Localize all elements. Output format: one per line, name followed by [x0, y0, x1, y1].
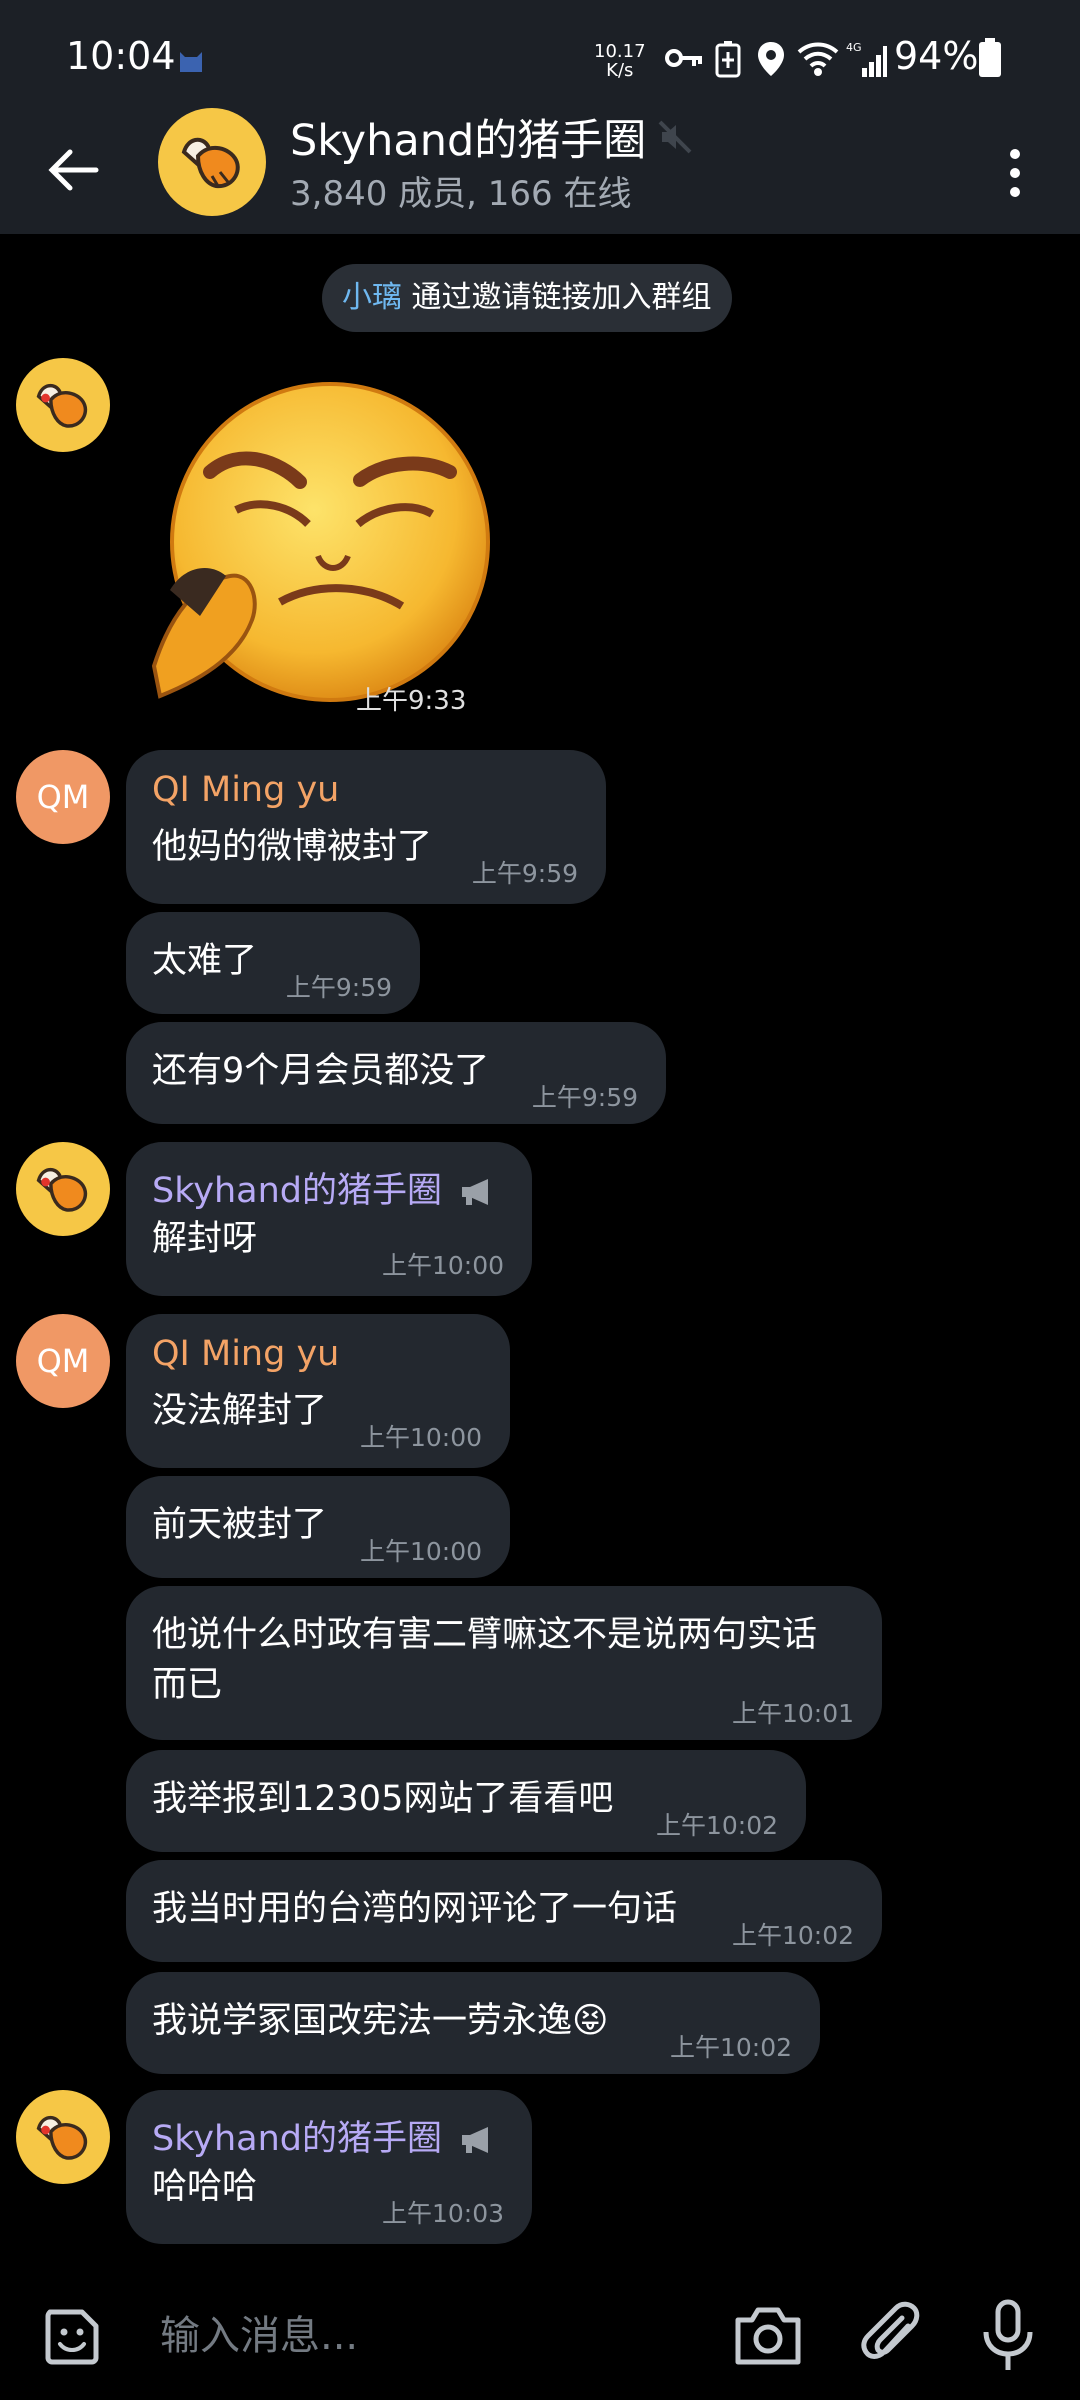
location-icon [758, 42, 784, 76]
avatar[interactable] [16, 1142, 110, 1236]
message-text-content: 我说学冢国改宪法一劳永逸 [152, 2001, 573, 2041]
sender-name[interactable]: Skyhand的猪手圈 [152, 1162, 496, 1213]
pig-trotter-logo-icon [36, 2115, 88, 2160]
message-text-line-1: 他说什么时政有害二臂嘛这不是说两句实话 [152, 1615, 818, 1655]
message-bubble[interactable]: 我当时用的台湾的网评论了一句话 上午10:02 [126, 1860, 882, 1962]
sticker-message[interactable] [140, 376, 490, 716]
pig-trotter-logo-icon [36, 383, 88, 428]
group-avatar[interactable] [158, 108, 266, 216]
network-speed: 10.17 K/s [594, 42, 646, 80]
megaphone-icon [461, 2127, 488, 2153]
message-text: 还有9个月会员都没了 [152, 1051, 490, 1091]
svg-text:4G: 4G [846, 41, 862, 54]
sender-name[interactable]: Skyhand的猪手圈 [152, 2110, 496, 2161]
message-time: 上午10:02 [731, 1921, 854, 1950]
message-text: 我当时用的台湾的网评论了一句话 [152, 1889, 678, 1929]
message-time: 上午9:59 [531, 1083, 638, 1112]
camera-icon[interactable] [732, 2302, 804, 2368]
battery-percentage: 94% [894, 34, 979, 78]
message-time: 上午10:02 [669, 2033, 792, 2062]
cat-notification-icon [180, 52, 202, 72]
sender-name[interactable]: QI Ming yu [152, 770, 339, 810]
avatar[interactable]: QM [16, 750, 110, 844]
megaphone-icon [461, 1179, 488, 1205]
message-time: 上午9:59 [471, 859, 578, 888]
message-text: 解封呀 [152, 1219, 258, 1259]
avatar[interactable]: QM [16, 1314, 110, 1408]
facepalm-emoji-sticker [151, 382, 490, 702]
message-time: 上午10:02 [655, 1811, 778, 1840]
avatar-initials: QM [36, 1342, 90, 1380]
message-bubble[interactable]: Skyhand的猪手圈 哈哈哈 上午10:03 [126, 2090, 532, 2244]
message-text: 太难了 [152, 941, 258, 981]
sender-name-text: Skyhand的猪手圈 [152, 1171, 442, 1211]
message-bubble[interactable]: 他说什么时政有害二臂嘛这不是说两句实话 而已 上午10:01 [126, 1586, 882, 1740]
emoji-sticker-icon[interactable] [40, 2304, 104, 2368]
message-text-line-2: 而已 [152, 1665, 223, 1705]
pig-trotter-logo-icon [181, 137, 240, 189]
message-bubble[interactable]: Skyhand的猪手圈 解封呀 上午10:00 [126, 1142, 532, 1296]
message-bubble[interactable]: 前天被封了 上午10:00 [126, 1476, 510, 1578]
vpn-key-icon [665, 49, 702, 67]
message-time: 上午10:00 [381, 1251, 504, 1280]
message-text: 他妈的微博被封了 [152, 827, 433, 867]
wifi-icon [797, 42, 839, 76]
message-time: 上午10:00 [359, 1537, 482, 1566]
network-speed-value: 10.17 [594, 41, 646, 62]
network-speed-unit: K/s [606, 60, 634, 81]
service-message-text: 通过邀请链接加入群组 [411, 280, 712, 315]
message-time: 上午10:00 [359, 1423, 482, 1452]
avatar[interactable] [16, 358, 110, 452]
message-time: 上午9:33 [356, 686, 467, 716]
avatar-initials: QM [36, 778, 90, 816]
sender-name-text: Skyhand的猪手圈 [152, 2119, 442, 2159]
message-time: 上午10:03 [381, 2199, 504, 2228]
pig-trotter-logo-icon [36, 1167, 88, 1212]
message-text: 没法解封了 [152, 1391, 328, 1431]
message-composer [0, 2276, 1080, 2400]
back-arrow-icon[interactable] [36, 134, 108, 206]
message-bubble[interactable]: 我说学冢国改宪法一劳永逸😝 上午10:02 [126, 1972, 820, 2074]
member-count: 3,840 成员, 166 在线 [290, 174, 632, 214]
mobile-signal-icon: 4G [846, 41, 887, 77]
message-text: 哈哈哈 [152, 2167, 258, 2207]
status-time: 10:04 [66, 34, 176, 78]
sender-name[interactable]: QI Ming yu [152, 1334, 339, 1374]
message-time: 上午10:01 [731, 1699, 854, 1728]
mute-icon [658, 120, 692, 154]
battery-saver-icon [715, 41, 741, 78]
tongue-out-emoji: 😝 [572, 2001, 609, 2041]
message-bubble[interactable]: 太难了 上午9:59 [126, 912, 420, 1014]
chat-header: Skyhand的猪手圈 3,840 成员, 166 在线 [0, 108, 1080, 234]
message-bubble[interactable]: 我举报到12305网站了看看吧 上午10:02 [126, 1750, 806, 1852]
group-title[interactable]: Skyhand的猪手圈 [290, 106, 646, 168]
microphone-icon[interactable] [980, 2298, 1036, 2374]
message-text: 我说学冢国改宪法一劳永逸😝 [152, 1996, 609, 2046]
more-vert-icon[interactable] [990, 138, 1040, 208]
joined-user-name[interactable]: 小璃 [342, 280, 402, 315]
message-text: 前天被封了 [152, 1505, 328, 1545]
message-time: 上午9:59 [285, 973, 392, 1002]
message-text: 我举报到12305网站了看看吧 [152, 1779, 614, 1819]
avatar[interactable] [16, 2090, 110, 2184]
message-bubble[interactable]: QI Ming yu 没法解封了 上午10:00 [126, 1314, 510, 1468]
message-bubble[interactable]: 还有9个月会员都没了 上午9:59 [126, 1022, 666, 1124]
message-input[interactable] [158, 2300, 682, 2372]
service-message: 小璃 通过邀请链接加入群组 [322, 264, 732, 332]
paperclip-icon[interactable] [858, 2300, 924, 2370]
battery-icon [979, 38, 1001, 77]
message-bubble[interactable]: QI Ming yu 他妈的微博被封了 上午9:59 [126, 750, 606, 904]
status-bar: 10:04 10.17 K/s 4G 94% [0, 0, 1080, 120]
